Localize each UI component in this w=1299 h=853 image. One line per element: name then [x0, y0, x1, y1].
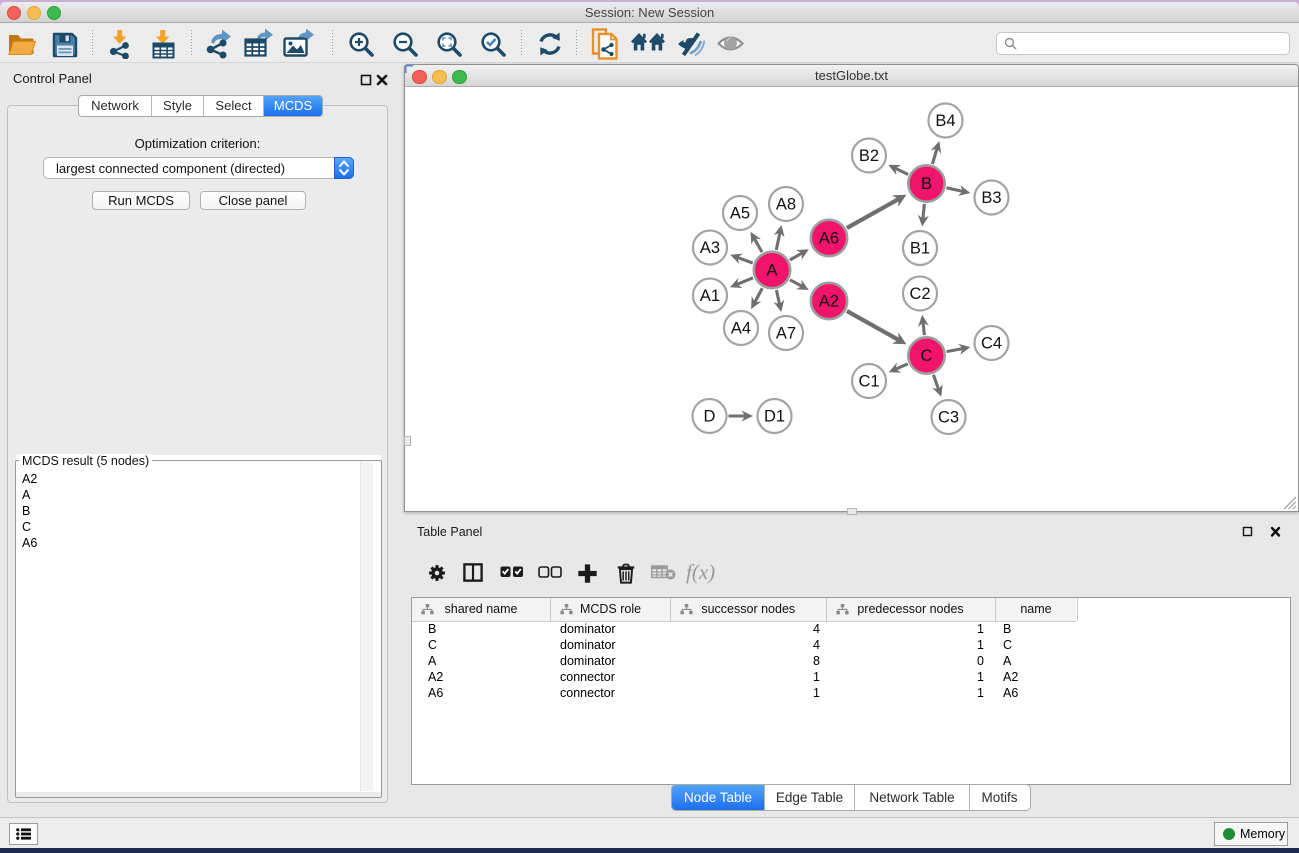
svg-text:C3: C3	[938, 409, 959, 427]
svg-text:A7: A7	[776, 325, 796, 343]
svg-text:A6: A6	[819, 230, 839, 248]
svg-text:A4: A4	[731, 320, 751, 338]
svg-text:C: C	[921, 347, 933, 365]
svg-text:A3: A3	[700, 239, 720, 257]
svg-text:A5: A5	[730, 205, 750, 223]
svg-text:B: B	[921, 175, 932, 193]
svg-text:D1: D1	[764, 408, 785, 426]
svg-text:B3: B3	[981, 189, 1001, 207]
svg-text:A2: A2	[819, 293, 839, 311]
svg-text:C1: C1	[858, 373, 879, 391]
svg-text:B2: B2	[859, 147, 879, 165]
svg-text:D: D	[704, 408, 716, 426]
svg-text:B4: B4	[935, 112, 955, 130]
svg-text:C4: C4	[981, 335, 1002, 353]
svg-text:B1: B1	[910, 240, 930, 258]
svg-text:A: A	[766, 262, 777, 280]
svg-text:A1: A1	[700, 287, 720, 305]
svg-text:C2: C2	[909, 285, 930, 303]
svg-text:A8: A8	[776, 196, 796, 214]
